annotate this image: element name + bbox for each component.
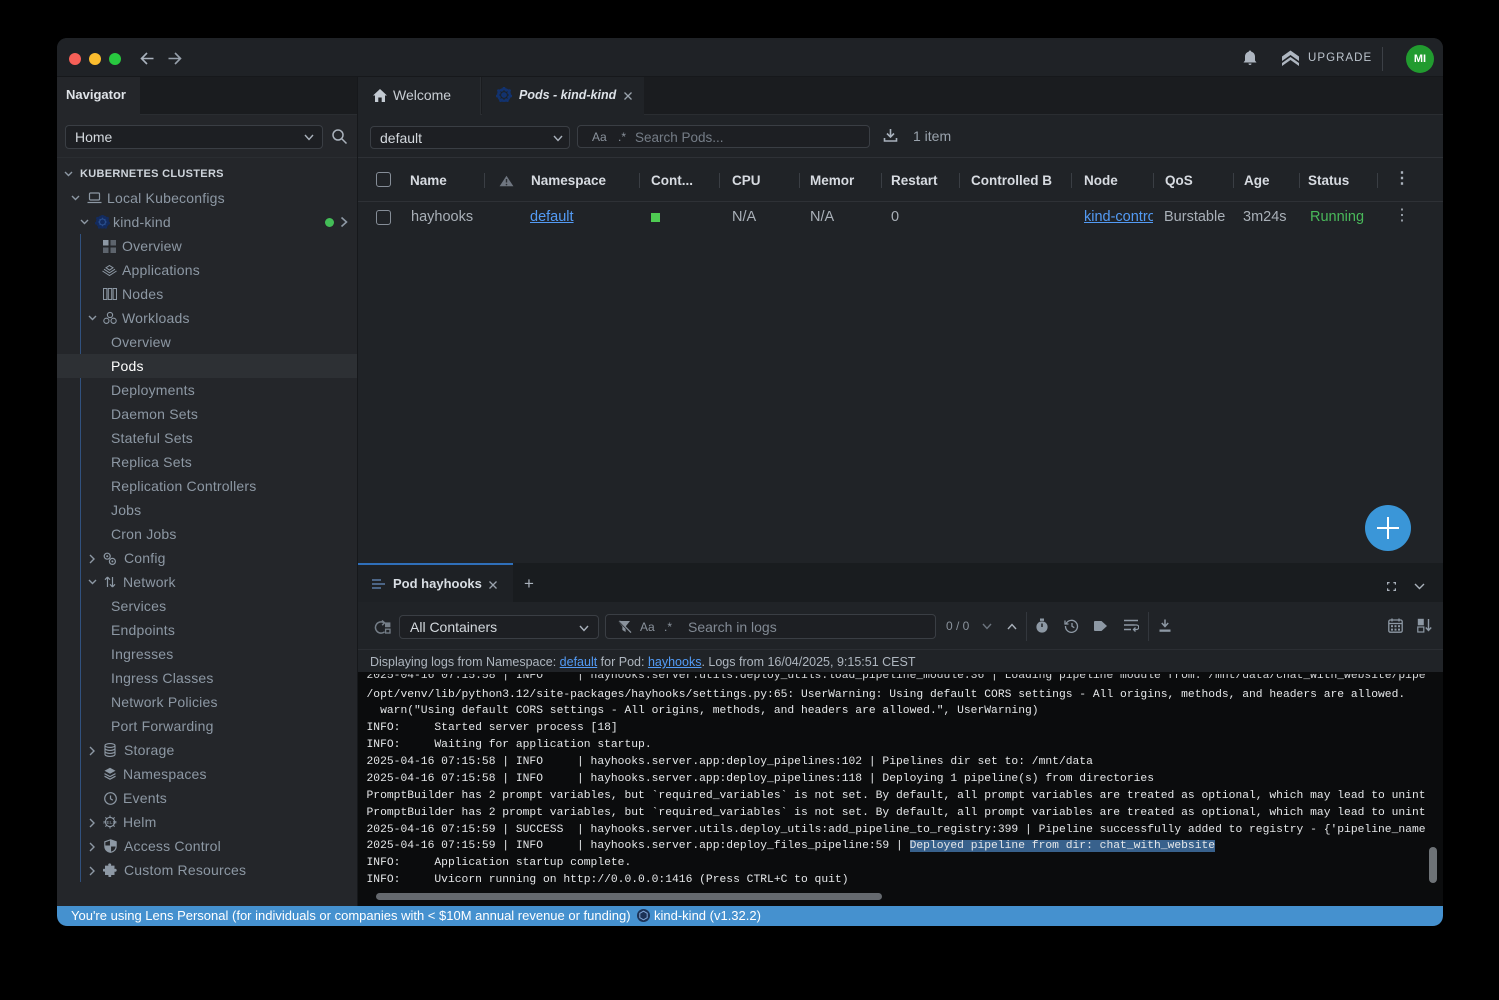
svg-text:HELM: HELM bbox=[103, 820, 116, 825]
